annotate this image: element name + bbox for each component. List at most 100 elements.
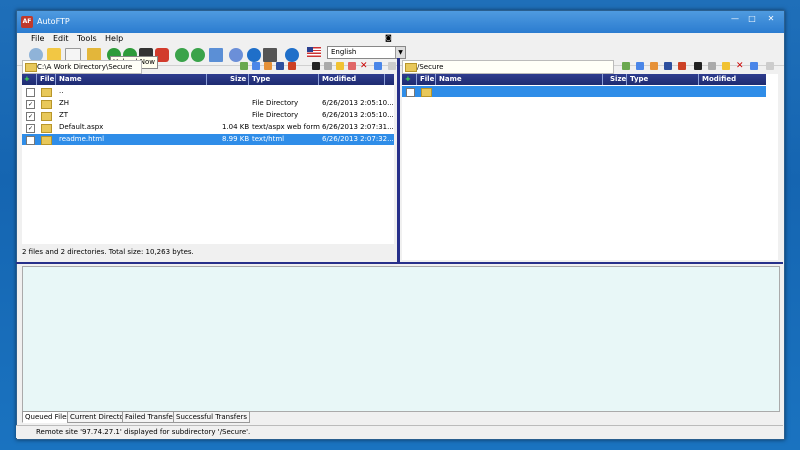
app-icon: AF xyxy=(21,16,33,28)
row-checkbox[interactable] xyxy=(26,136,35,145)
status-message: Remote site '97.74.27.1' displayed for s… xyxy=(36,428,251,436)
save-icon[interactable] xyxy=(276,62,284,70)
remote-file-pane: + File Name Size Type Modified xyxy=(402,74,778,260)
pane-menu-icon[interactable] xyxy=(388,62,396,70)
new-folder-icon[interactable] xyxy=(264,62,272,70)
view-icon[interactable] xyxy=(750,62,758,70)
col-file[interactable]: File xyxy=(420,75,434,83)
file-modified: 6/26/2013 2:07:31... xyxy=(322,123,394,131)
folder-icon xyxy=(41,124,52,133)
menu-tools[interactable]: Tools xyxy=(77,34,97,43)
open-icon[interactable] xyxy=(722,62,730,70)
file-name: Default.aspx xyxy=(59,123,104,131)
folder-icon xyxy=(41,112,52,121)
table-row[interactable]: ✓ ZT File Directory 6/26/2013 2:05:10... xyxy=(22,110,394,121)
row-checkbox[interactable]: ✓ xyxy=(26,100,35,109)
refresh-icon[interactable] xyxy=(622,62,630,70)
file-name: ZT xyxy=(59,111,69,119)
rename-icon[interactable] xyxy=(312,62,320,70)
row-checkbox[interactable] xyxy=(26,88,35,97)
sync-right-icon[interactable] xyxy=(191,48,205,62)
chevron-down-icon[interactable]: ▼ xyxy=(395,47,405,58)
file-name: readme.html xyxy=(59,135,105,143)
monitor-icon[interactable] xyxy=(263,48,277,62)
table-row[interactable]: readme.html 8.99 KB text/html 6/26/2013 2:0… xyxy=(22,134,394,145)
x-icon[interactable]: ✕ xyxy=(360,62,368,71)
file-size: 1.04 KB xyxy=(222,123,250,131)
row-checkbox[interactable]: ✓ xyxy=(26,112,35,121)
file-modified: 6/26/2013 2:05:10... xyxy=(322,99,394,107)
pane-menu-icon[interactable] xyxy=(766,62,774,70)
info-icon[interactable] xyxy=(285,48,299,62)
col-modified[interactable]: Modified xyxy=(322,75,356,83)
properties-icon[interactable] xyxy=(708,62,716,70)
col-type[interactable]: Type xyxy=(252,75,270,83)
folder-icon xyxy=(405,63,417,72)
vertical-splitter[interactable] xyxy=(397,58,400,263)
settings-icon[interactable] xyxy=(229,48,243,62)
flag-icon xyxy=(307,47,321,57)
close-button[interactable]: ✕ xyxy=(764,14,778,24)
tab-successful-transfers[interactable]: Successful Transfers xyxy=(173,411,251,423)
file-type: text/html xyxy=(252,135,285,143)
local-status: 2 files and 2 directories. Total size: 1… xyxy=(22,248,194,256)
col-type[interactable]: Type xyxy=(630,75,648,83)
tab-queued-files[interactable]: Queued Files xyxy=(22,411,74,423)
menu-edit[interactable]: Edit xyxy=(53,34,69,43)
help-icon[interactable] xyxy=(247,48,261,62)
delete-icon[interactable] xyxy=(288,62,296,70)
add-icon[interactable]: + xyxy=(405,75,411,83)
folder-icon xyxy=(41,100,52,109)
horizontal-splitter[interactable] xyxy=(16,262,783,264)
col-name[interactable]: Name xyxy=(59,75,82,83)
up-folder-icon[interactable] xyxy=(252,62,260,70)
minimize-button[interactable]: — xyxy=(728,14,742,24)
col-size[interactable]: Size xyxy=(610,75,626,83)
x-icon[interactable]: ✕ xyxy=(736,62,744,71)
local-path-bar[interactable]: C:\A Work Directory\Secure xyxy=(22,60,142,74)
table-row[interactable]: ✓ ZH File Directory 6/26/2013 2:05:10... xyxy=(22,98,394,109)
remote-path: /Secure xyxy=(417,63,444,71)
file-name: ZH xyxy=(59,99,70,107)
sync-left-icon[interactable] xyxy=(175,48,189,62)
add-icon[interactable]: + xyxy=(24,75,30,83)
col-modified[interactable]: Modified xyxy=(702,75,736,83)
refresh-icon[interactable] xyxy=(240,62,248,70)
language-select[interactable]: English ▼ xyxy=(327,46,406,59)
local-file-pane: + File Name Size Type Modified .. ✓ ZH File… xyxy=(22,74,394,244)
file-size: 8.99 KB xyxy=(222,135,250,143)
view-icon[interactable] xyxy=(374,62,382,70)
file-type: File Directory xyxy=(252,111,299,119)
menu-help[interactable]: Help xyxy=(105,34,123,43)
up-folder-icon[interactable] xyxy=(636,62,644,70)
col-size[interactable]: Size xyxy=(230,75,246,83)
maximize-button[interactable]: □ xyxy=(745,14,759,24)
open-icon[interactable] xyxy=(336,62,344,70)
file-modified: 6/26/2013 2:07:32... xyxy=(322,135,394,143)
delete-icon[interactable] xyxy=(678,62,686,70)
row-checkbox[interactable]: ✓ xyxy=(26,124,35,133)
folder-icon xyxy=(25,63,37,72)
new-folder-icon[interactable] xyxy=(650,62,658,70)
table-row[interactable] xyxy=(402,86,766,97)
properties-icon[interactable] xyxy=(324,62,332,70)
schedule-icon[interactable] xyxy=(209,48,223,62)
remote-column-header: + File Name Size Type Modified xyxy=(402,74,766,85)
row-checkbox[interactable] xyxy=(406,88,415,97)
pin-icon[interactable]: ◙ xyxy=(385,34,392,42)
cut-icon[interactable] xyxy=(348,62,356,70)
folder-icon xyxy=(41,88,52,97)
col-name[interactable]: Name xyxy=(439,75,462,83)
menu-file[interactable]: File xyxy=(31,34,44,43)
file-name: .. xyxy=(59,87,64,95)
col-file[interactable]: File xyxy=(40,75,54,83)
rename-icon[interactable] xyxy=(694,62,702,70)
table-row[interactable]: ✓ Default.aspx 1.04 KB text/aspx web form 6/… xyxy=(22,122,394,133)
window-title: AutoFTP xyxy=(37,17,70,26)
save-icon[interactable] xyxy=(664,62,672,70)
local-path: C:\A Work Directory\Secure xyxy=(37,63,133,71)
remote-path-bar[interactable]: /Secure xyxy=(402,60,614,74)
status-bar: Remote site '97.74.27.1' displayed for s… xyxy=(16,425,783,438)
folder-icon xyxy=(421,88,432,97)
table-row[interactable]: .. xyxy=(22,86,394,97)
